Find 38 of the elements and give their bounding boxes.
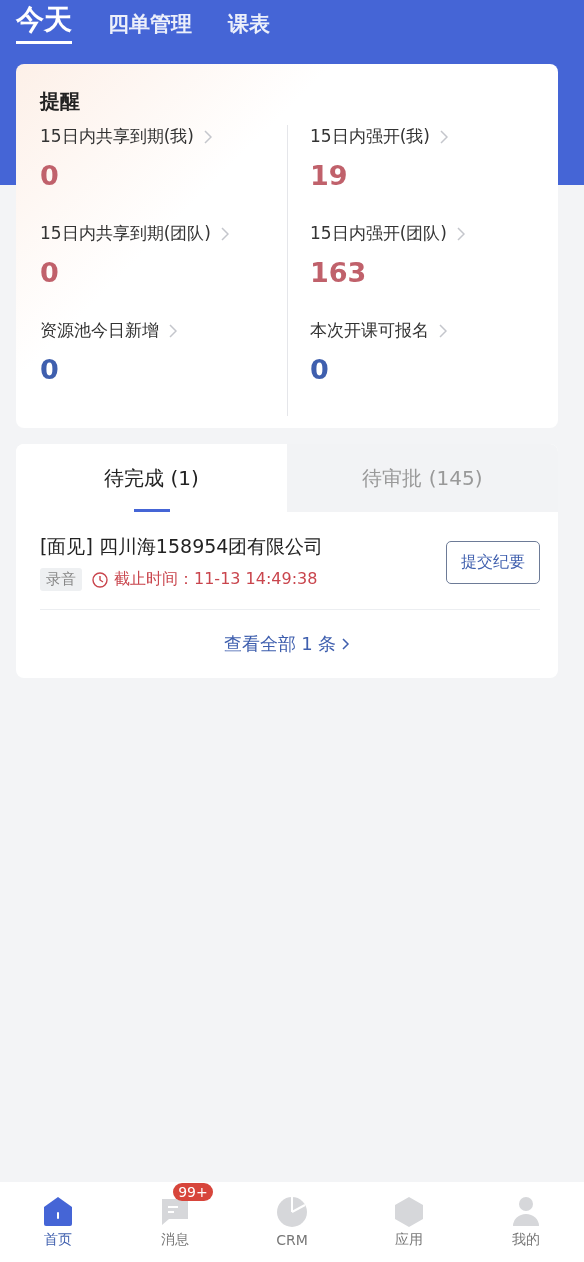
chevron-icon [456,226,465,241]
chevron-icon [439,323,447,338]
top-tab[interactable]: 今天 [16,1,72,44]
chevron-icon [203,129,212,144]
deadline: 截止时间：11-13 14:49:38 [114,569,318,590]
pie-chart-icon [276,1196,308,1228]
reminder-label[interactable]: 15日内强开(我) [310,125,430,148]
nav-tab[interactable]: 99+ 消息 [116,1182,234,1262]
chevron-icon [342,638,351,650]
reminder-count: 0 [310,354,330,385]
card-title: 提醒 [40,88,81,115]
box-icon [392,1195,425,1227]
clock-icon [92,571,108,588]
view-all-link[interactable]: 查看全部 1 条 [223,632,337,656]
count-badge: 99+ [173,1183,213,1201]
chevron-icon [169,323,177,338]
reminder-label[interactable]: 15日内共享到期(团队) [40,222,211,245]
nav-tab[interactable]: 应用 [350,1182,468,1262]
tag: 录音 [40,568,82,591]
submit-button[interactable]: 提交纪要 [446,541,540,584]
nav-tab[interactable]: 首页 [0,1182,117,1262]
task-title[interactable]: [面见] 四川海158954团有限公司 [40,534,446,560]
reminder-label[interactable]: 15日内强开(团队) [310,222,447,245]
nav-tab[interactable]: CRM [233,1182,351,1262]
reminder-count: 163 [310,257,368,288]
reminder-count: 0 [40,160,60,191]
top-tab[interactable]: 课表 [228,10,270,50]
chevron-icon [439,129,448,144]
reminder-label[interactable]: 本次开课可报名 [310,319,429,342]
reminder-count: 19 [310,160,349,191]
reminder-label[interactable]: 15日内共享到期(我) [40,125,194,148]
reminder-count: 0 [40,354,60,385]
top-tab[interactable]: 四单管理 [108,10,192,50]
reminder-label[interactable]: 资源池今日新增 [40,319,159,342]
chevron-icon [220,226,229,241]
reminder-count: 0 [40,257,60,288]
house-icon [42,1195,75,1227]
nav-tab[interactable]: 我的 [467,1182,584,1262]
